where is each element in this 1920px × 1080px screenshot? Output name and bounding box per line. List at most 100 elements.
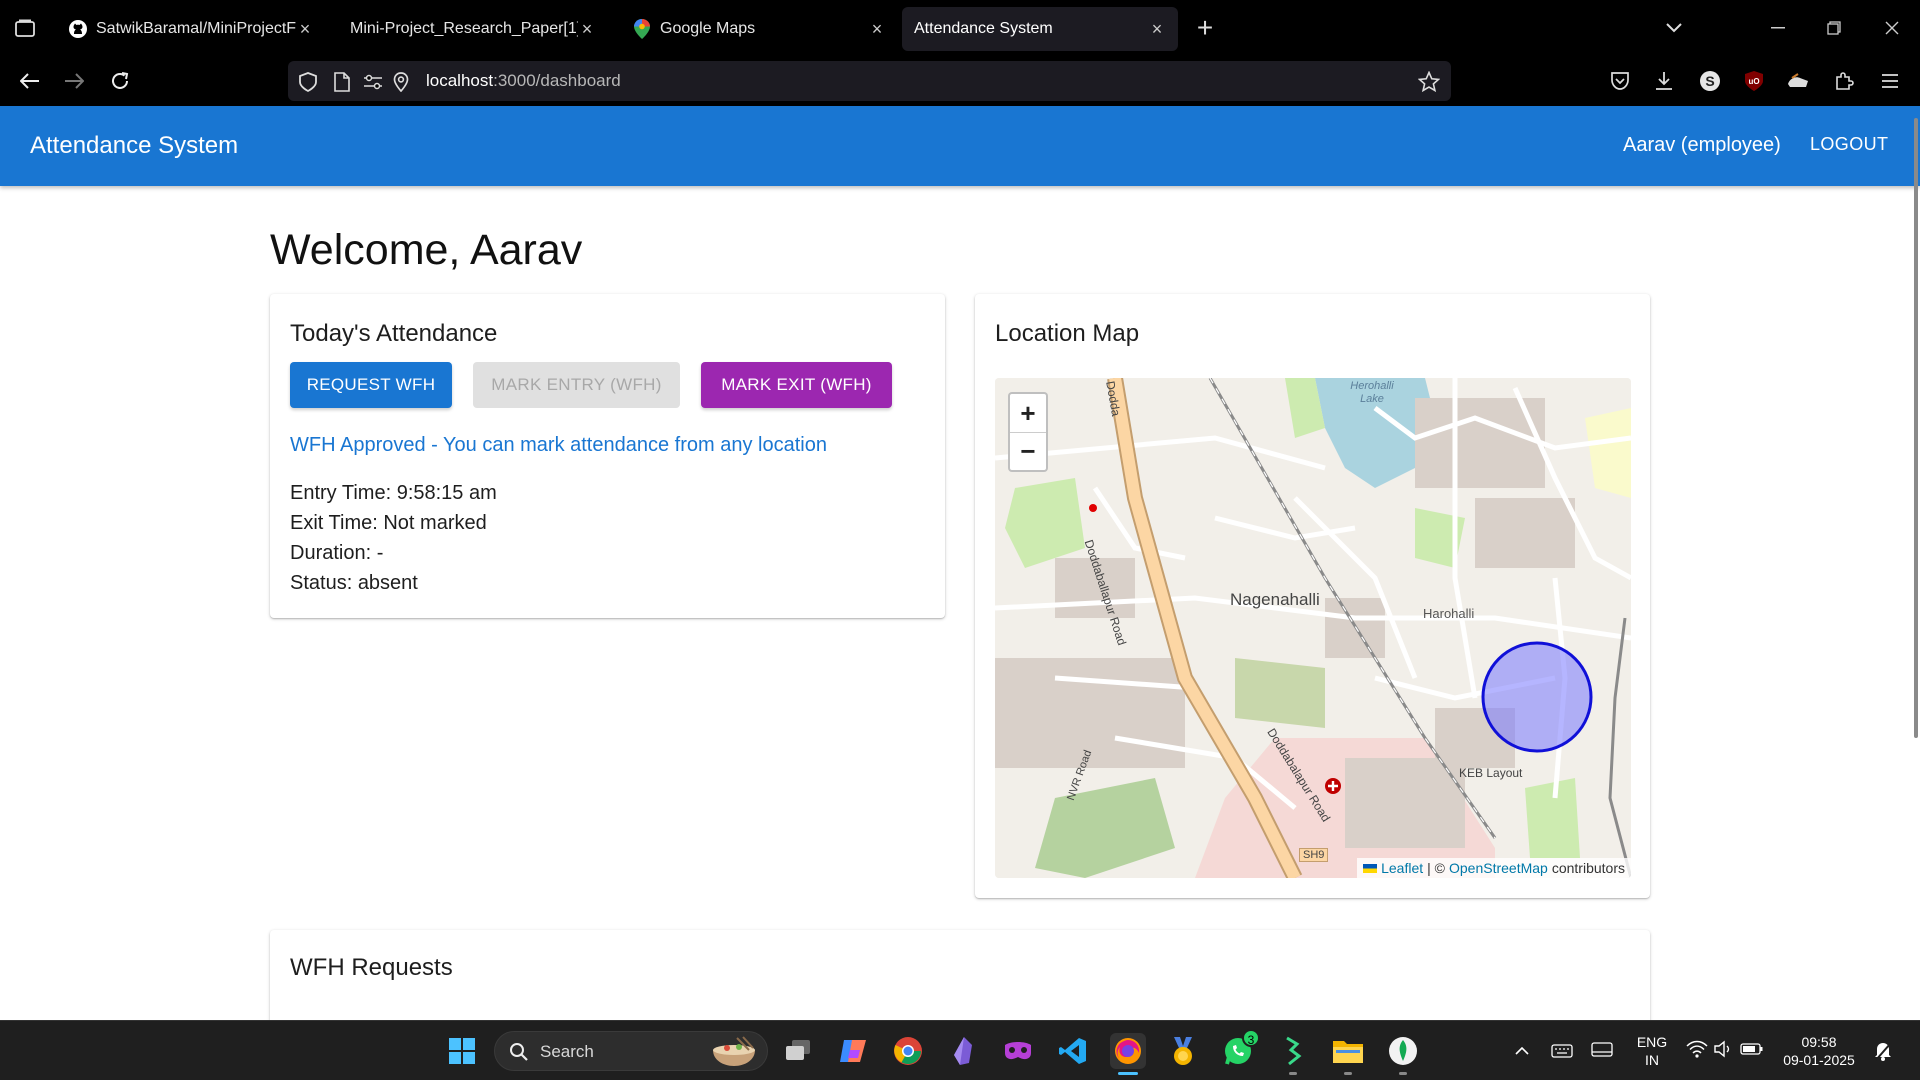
entry-time: Entry Time: 9:58:15 am bbox=[290, 482, 497, 504]
app-mask-icon[interactable] bbox=[1000, 1033, 1036, 1069]
shield-icon[interactable] bbox=[297, 71, 319, 93]
firefox-icon[interactable] bbox=[1110, 1033, 1146, 1069]
url-text[interactable]: localhost:3000/dashboard bbox=[426, 71, 621, 91]
display-icon[interactable] bbox=[1584, 1033, 1620, 1069]
chevron-up-icon[interactable] bbox=[1504, 1033, 1540, 1069]
task-view-icon[interactable] bbox=[780, 1033, 816, 1069]
ukraine-flag-icon bbox=[1363, 863, 1378, 873]
zoom-out-button[interactable]: − bbox=[1010, 432, 1046, 470]
reload-icon[interactable] bbox=[104, 65, 136, 97]
page-scrollbar[interactable] bbox=[1914, 118, 1918, 738]
chevron-down-icon[interactable] bbox=[1654, 14, 1694, 42]
mark-entry-button[interactable]: MARK ENTRY (WFH) bbox=[473, 362, 680, 408]
close-window-icon[interactable] bbox=[1872, 14, 1912, 42]
map-label-sh9: SH9 bbox=[1299, 848, 1329, 862]
running-app-indicator bbox=[1399, 1072, 1407, 1075]
close-tab-icon[interactable]: × bbox=[296, 19, 314, 39]
back-arrow-icon[interactable] bbox=[14, 65, 46, 97]
search-icon bbox=[509, 1042, 529, 1067]
minimize-icon[interactable] bbox=[1758, 14, 1798, 42]
forward-arrow-icon[interactable] bbox=[58, 65, 90, 97]
zoom-in-button[interactable]: + bbox=[1010, 394, 1046, 432]
permissions-icon[interactable] bbox=[362, 71, 384, 93]
svg-text:S: S bbox=[1705, 73, 1714, 89]
mongodb-compass-icon[interactable] bbox=[1385, 1033, 1421, 1069]
taskbar-search[interactable]: Search bbox=[494, 1031, 768, 1071]
file-explorer-icon[interactable] bbox=[1330, 1033, 1366, 1069]
network-volume-battery[interactable] bbox=[1680, 1033, 1770, 1069]
tab-list-icon[interactable] bbox=[10, 14, 40, 42]
page-title: Welcome, Aarav bbox=[270, 226, 583, 274]
bookmark-star-icon[interactable] bbox=[1418, 71, 1440, 93]
svg-text:uO: uO bbox=[1748, 77, 1759, 86]
mark-exit-button[interactable]: MARK EXIT (WFH) bbox=[701, 362, 892, 408]
download-icon[interactable] bbox=[1650, 67, 1678, 95]
notification-bell-icon[interactable] bbox=[1868, 1033, 1898, 1069]
keyboard-icon[interactable] bbox=[1544, 1033, 1580, 1069]
language-indicator[interactable]: ENG IN bbox=[1632, 1033, 1672, 1069]
tab-github[interactable]: SatwikBaramal/MiniProjectFinal × bbox=[56, 7, 326, 51]
tab-google-maps[interactable]: Google Maps × bbox=[620, 7, 898, 51]
map-label-nagenahalli: Nagenahalli bbox=[1230, 590, 1320, 609]
map-marker-dot bbox=[1089, 504, 1097, 512]
extension-shoe-icon[interactable] bbox=[1784, 67, 1812, 95]
exit-time: Exit Time: Not marked bbox=[290, 512, 487, 534]
ublock-origin-icon[interactable]: uO bbox=[1740, 67, 1768, 95]
extensions-puzzle-icon[interactable] bbox=[1830, 67, 1858, 95]
url-bar[interactable]: localhost:3000/dashboard bbox=[288, 61, 1451, 101]
search-highlight-bowl-icon bbox=[709, 1036, 759, 1073]
map-label-keb-layout: KEB Layout bbox=[1459, 766, 1523, 780]
leaflet-link[interactable]: Leaflet bbox=[1381, 860, 1423, 876]
map-label-herohalli-lake: Herohalli Lake bbox=[1350, 380, 1394, 405]
close-tab-icon[interactable]: × bbox=[868, 19, 886, 39]
profile-s-icon[interactable]: S bbox=[1696, 67, 1724, 95]
app-bar: Attendance System Aarav (employee) LOGOU… bbox=[0, 106, 1920, 186]
location-map-card: Location Map Nagenahalli Harohalli KEB L… bbox=[975, 294, 1650, 898]
tab-attendance-system[interactable]: Attendance System × bbox=[902, 7, 1178, 51]
browser-tab-strip: SatwikBaramal/MiniProjectFinal × Mini-Pr… bbox=[0, 0, 1920, 55]
close-tab-icon[interactable]: × bbox=[578, 19, 596, 39]
tab-title: Google Maps bbox=[660, 20, 756, 37]
url-host: localhost bbox=[426, 71, 494, 90]
medal-app-icon[interactable] bbox=[1165, 1033, 1201, 1069]
tab-title: Mini-Project_Research_Paper[1].pdf bbox=[350, 20, 578, 37]
card-title: Today's Attendance bbox=[290, 320, 498, 347]
card-title: Location Map bbox=[995, 320, 1140, 347]
tab-title: Attendance System bbox=[914, 20, 1053, 37]
attendance-status: Status: absent bbox=[290, 572, 418, 594]
google-maps-icon bbox=[632, 19, 652, 39]
close-tab-icon[interactable]: × bbox=[1148, 19, 1166, 39]
request-wfh-button[interactable]: REQUEST WFH bbox=[290, 362, 452, 408]
language-region: IN bbox=[1645, 1052, 1659, 1068]
pocket-icon[interactable] bbox=[1606, 67, 1634, 95]
restore-icon[interactable] bbox=[1814, 14, 1854, 42]
obsidian-icon[interactable] bbox=[945, 1033, 981, 1069]
windows-start-icon[interactable] bbox=[444, 1033, 480, 1069]
running-app-indicator bbox=[1289, 1072, 1297, 1075]
clock-time: 09:58 bbox=[1801, 1034, 1837, 1050]
copilot-icon[interactable] bbox=[835, 1033, 871, 1069]
github-icon bbox=[68, 19, 88, 39]
map-zoom-control: + − bbox=[1008, 392, 1048, 472]
new-tab-button[interactable]: + bbox=[1190, 14, 1220, 44]
app-title: Attendance System bbox=[30, 132, 239, 159]
app-green-figure-icon[interactable] bbox=[1275, 1033, 1311, 1069]
chrome-icon[interactable] bbox=[890, 1033, 926, 1069]
attribution-separator: | © bbox=[1427, 860, 1445, 876]
vscode-icon[interactable] bbox=[1055, 1033, 1091, 1069]
logout-button[interactable]: LOGOUT bbox=[1810, 134, 1888, 155]
tab-pdf[interactable]: Mini-Project_Research_Paper[1].pdf × bbox=[338, 7, 608, 51]
url-path: :3000/dashboard bbox=[493, 71, 621, 90]
page-icon[interactable] bbox=[331, 71, 353, 93]
wifi-icon bbox=[1686, 1040, 1708, 1063]
location-map[interactable]: Nagenahalli Harohalli KEB Layout Doddaba… bbox=[995, 378, 1631, 878]
whatsapp-icon[interactable]: 3 bbox=[1220, 1029, 1260, 1069]
location-radius-circle[interactable] bbox=[1481, 641, 1593, 753]
map-attribution: Leaflet | © OpenStreetMap contributors bbox=[1357, 858, 1631, 878]
hamburger-menu-icon[interactable] bbox=[1876, 67, 1904, 95]
clock[interactable]: 09:58 09-01-2025 bbox=[1776, 1033, 1862, 1069]
clock-date: 09-01-2025 bbox=[1783, 1052, 1855, 1068]
location-pin-icon[interactable] bbox=[390, 71, 412, 93]
openstreetmap-link[interactable]: OpenStreetMap bbox=[1449, 860, 1548, 876]
map-label-harohalli: Harohalli bbox=[1423, 606, 1475, 621]
